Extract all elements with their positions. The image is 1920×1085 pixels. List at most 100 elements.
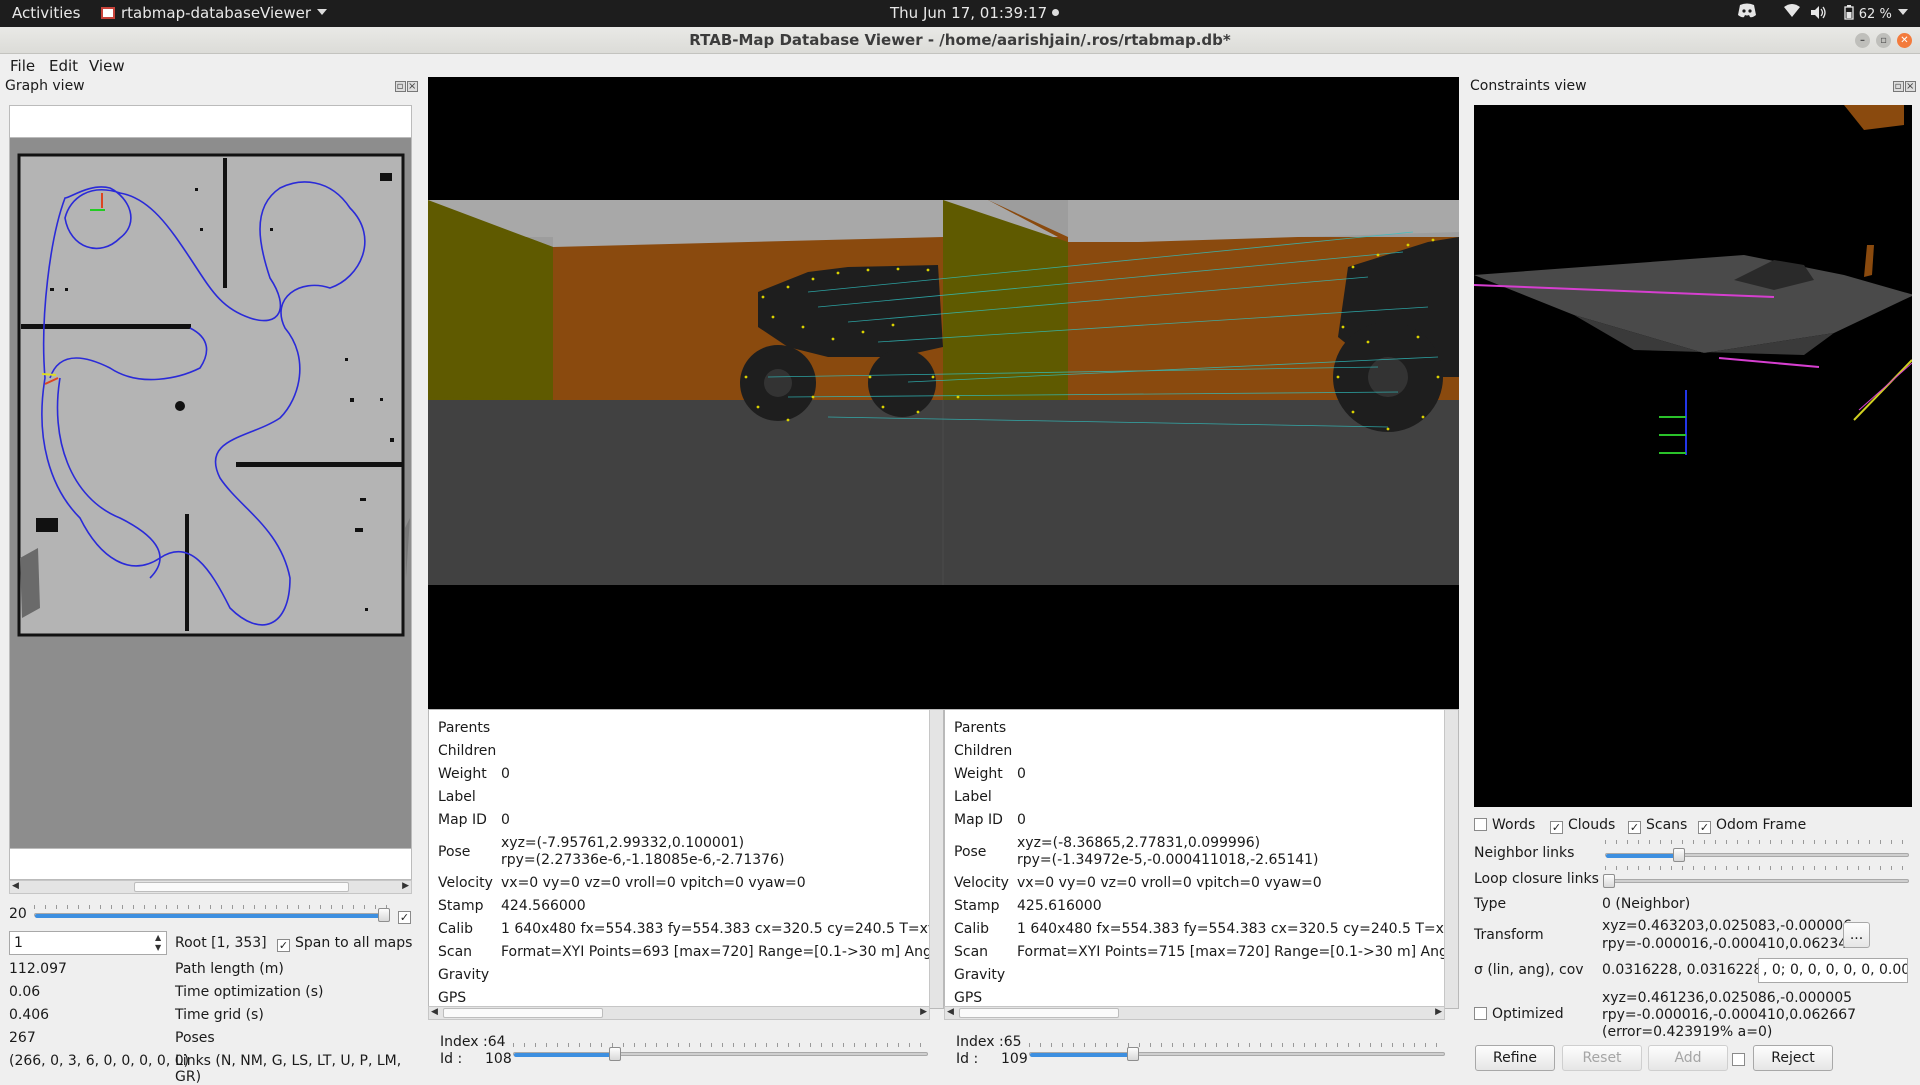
info-key-children: Children — [438, 743, 497, 759]
stat-label: Time grid (s) — [175, 1007, 264, 1023]
discord-icon[interactable] — [1737, 3, 1757, 23]
odom-label: Odom Frame — [1716, 817, 1807, 833]
scroll-right-icon[interactable]: ▶ — [920, 1007, 927, 1017]
words-label: Words — [1492, 817, 1536, 833]
right-info-horizontal-scrollbar[interactable]: ◀ ▶ — [944, 1006, 1445, 1020]
graph-filter-area[interactable] — [9, 105, 412, 138]
covariance-value: , 0; 0, 0, 0, 0, 0, 0.001] — [1763, 962, 1907, 978]
scroll-left-icon[interactable]: ◀ — [431, 1007, 438, 1017]
words-checkbox[interactable]: Words — [1474, 817, 1535, 833]
clock[interactable]: Thu Jun 17, 01:39:17 — [890, 4, 1060, 22]
info-key-gravity: Gravity — [438, 967, 490, 983]
loop-closure-links-label: Loop closure links — [1474, 871, 1599, 887]
span-all-maps-checkbox[interactable]: ✓ Span to all maps — [277, 935, 412, 952]
left-info-horizontal-scrollbar[interactable]: ◀ ▶ — [428, 1006, 930, 1020]
close-icon[interactable]: × — [407, 81, 418, 92]
checkbox-checked-icon: ✓ — [277, 939, 290, 952]
graph-view-blank-area — [9, 848, 412, 880]
covariance-field[interactable]: , 0; 0, 0, 0, 0, 0, 0.001] — [1758, 958, 1908, 983]
loop-closure-slider-handle[interactable] — [1603, 874, 1615, 888]
reset-button[interactable]: Reset — [1562, 1045, 1642, 1071]
info-val-mapid: 0 — [501, 812, 510, 828]
graph-slider-fill — [35, 914, 381, 918]
neighbor-links-slider-handle[interactable] — [1673, 848, 1685, 862]
checkbox-unchecked-icon — [1474, 1007, 1487, 1020]
battery-indicator[interactable]: 62 % — [1844, 4, 1908, 22]
left-index-label: Index :64 — [440, 1034, 506, 1050]
info-key-scan: Scan — [954, 944, 989, 960]
wifi-icon[interactable] — [1784, 4, 1800, 22]
right-info-vertical-scrollbar[interactable] — [1444, 710, 1458, 1008]
info-key-pose: Pose — [954, 844, 987, 860]
slider-ticks — [1605, 866, 1909, 870]
info-key-calib: Calib — [438, 921, 474, 937]
minimize-button[interactable]: – — [1855, 33, 1870, 48]
optimized-checkbox[interactable]: Optimized — [1474, 1006, 1564, 1022]
graph-map-canvas[interactable] — [9, 138, 412, 848]
battery-label: 62 % — [1858, 7, 1892, 22]
stat-value: 0.06 — [9, 984, 41, 1000]
add-option-checkbox[interactable] — [1732, 1050, 1750, 1068]
info-key-stamp: Stamp — [438, 898, 484, 914]
graph-horizontal-scrollbar[interactable]: ◀ ▶ — [9, 880, 412, 894]
scroll-thumb[interactable] — [134, 882, 349, 892]
close-button[interactable]: ✕ — [1897, 33, 1912, 48]
info-key-weight: Weight — [438, 766, 487, 782]
app-menu[interactable]: rtabmap-databaseViewer — [101, 4, 328, 22]
image-3d-view[interactable] — [428, 77, 1459, 709]
span-label: Span to all maps — [295, 935, 413, 951]
window-titlebar[interactable]: RTAB-Map Database Viewer - /home/aarishj… — [0, 27, 1920, 54]
scroll-right-icon[interactable]: ▶ — [402, 881, 409, 891]
volume-icon[interactable] — [1811, 5, 1827, 23]
info-val-pose-rpy: rpy=(-1.34972e-5,-0.000411018,-2.65141) — [1017, 852, 1319, 868]
left-info-vertical-scrollbar[interactable] — [929, 710, 943, 1008]
info-key-velocity: Velocity — [438, 875, 493, 891]
constraints-3d-view[interactable] — [1474, 105, 1912, 807]
chevron-down-icon — [1897, 9, 1908, 15]
info-val-scan: Format=XYI Points=693 [max=720] Range=[0… — [501, 944, 944, 960]
info-key-calib: Calib — [954, 921, 990, 937]
menu-file[interactable]: File — [10, 57, 35, 75]
graph-slider-handle[interactable] — [378, 908, 390, 922]
info-key-weight: Weight — [954, 766, 1003, 782]
optimized-label: Optimized — [1492, 1006, 1564, 1022]
loop-closure-slider[interactable] — [1605, 879, 1909, 883]
float-icon[interactable]: ▫ — [1893, 81, 1904, 92]
neighbor-links-slider-fill — [1606, 854, 1678, 858]
scroll-thumb[interactable] — [443, 1008, 603, 1018]
right-index-label: Index :65 — [956, 1034, 1022, 1050]
graph-slider-value: 20 — [9, 906, 27, 922]
refine-button[interactable]: Refine — [1475, 1045, 1555, 1071]
occupancy-map — [17, 153, 410, 637]
right-index-slider-handle[interactable] — [1127, 1047, 1139, 1061]
info-val-stamp: 425.616000 — [1017, 898, 1102, 914]
scroll-right-icon[interactable]: ▶ — [1435, 1007, 1442, 1017]
stat-row: 0.06 Time optimization (s) — [9, 984, 412, 1006]
constraints-dock-buttons: ▫ × — [1892, 81, 1916, 92]
info-val-weight: 0 — [501, 766, 510, 782]
scroll-thumb[interactable] — [959, 1008, 1119, 1018]
float-icon[interactable]: ▫ — [395, 81, 406, 92]
clock-label: Thu Jun 17, 01:39:17 — [890, 4, 1048, 22]
add-button[interactable]: Add — [1648, 1045, 1728, 1071]
menu-edit[interactable]: Edit — [49, 57, 78, 75]
odom-frame-checkbox[interactable]: ✓ Odom Frame — [1698, 817, 1806, 834]
type-value: 0 (Neighbor) — [1602, 896, 1691, 912]
graph-slider-check[interactable]: ✓ — [398, 905, 416, 924]
stat-value: 0.406 — [9, 1007, 50, 1023]
left-index-slider-handle[interactable] — [609, 1047, 621, 1061]
scroll-left-icon[interactable]: ◀ — [12, 881, 19, 891]
reject-button[interactable]: Reject — [1753, 1045, 1833, 1071]
maximize-button[interactable]: ▫ — [1876, 33, 1891, 48]
close-icon[interactable]: × — [1905, 81, 1916, 92]
scroll-left-icon[interactable]: ◀ — [947, 1007, 954, 1017]
menu-view[interactable]: View — [89, 57, 125, 75]
app-menu-label: rtabmap-databaseViewer — [121, 4, 312, 22]
root-spinbox[interactable]: 1 — [9, 931, 167, 955]
clouds-checkbox[interactable]: ✓ Clouds — [1550, 817, 1615, 834]
battery-icon — [1844, 5, 1854, 20]
activities-button[interactable]: Activities — [12, 4, 80, 22]
scans-checkbox[interactable]: ✓ Scans — [1628, 817, 1687, 834]
spin-arrows-icon[interactable]: ▲ ▼ — [155, 933, 161, 953]
transform-edit-button[interactable]: ... — [1843, 922, 1870, 948]
